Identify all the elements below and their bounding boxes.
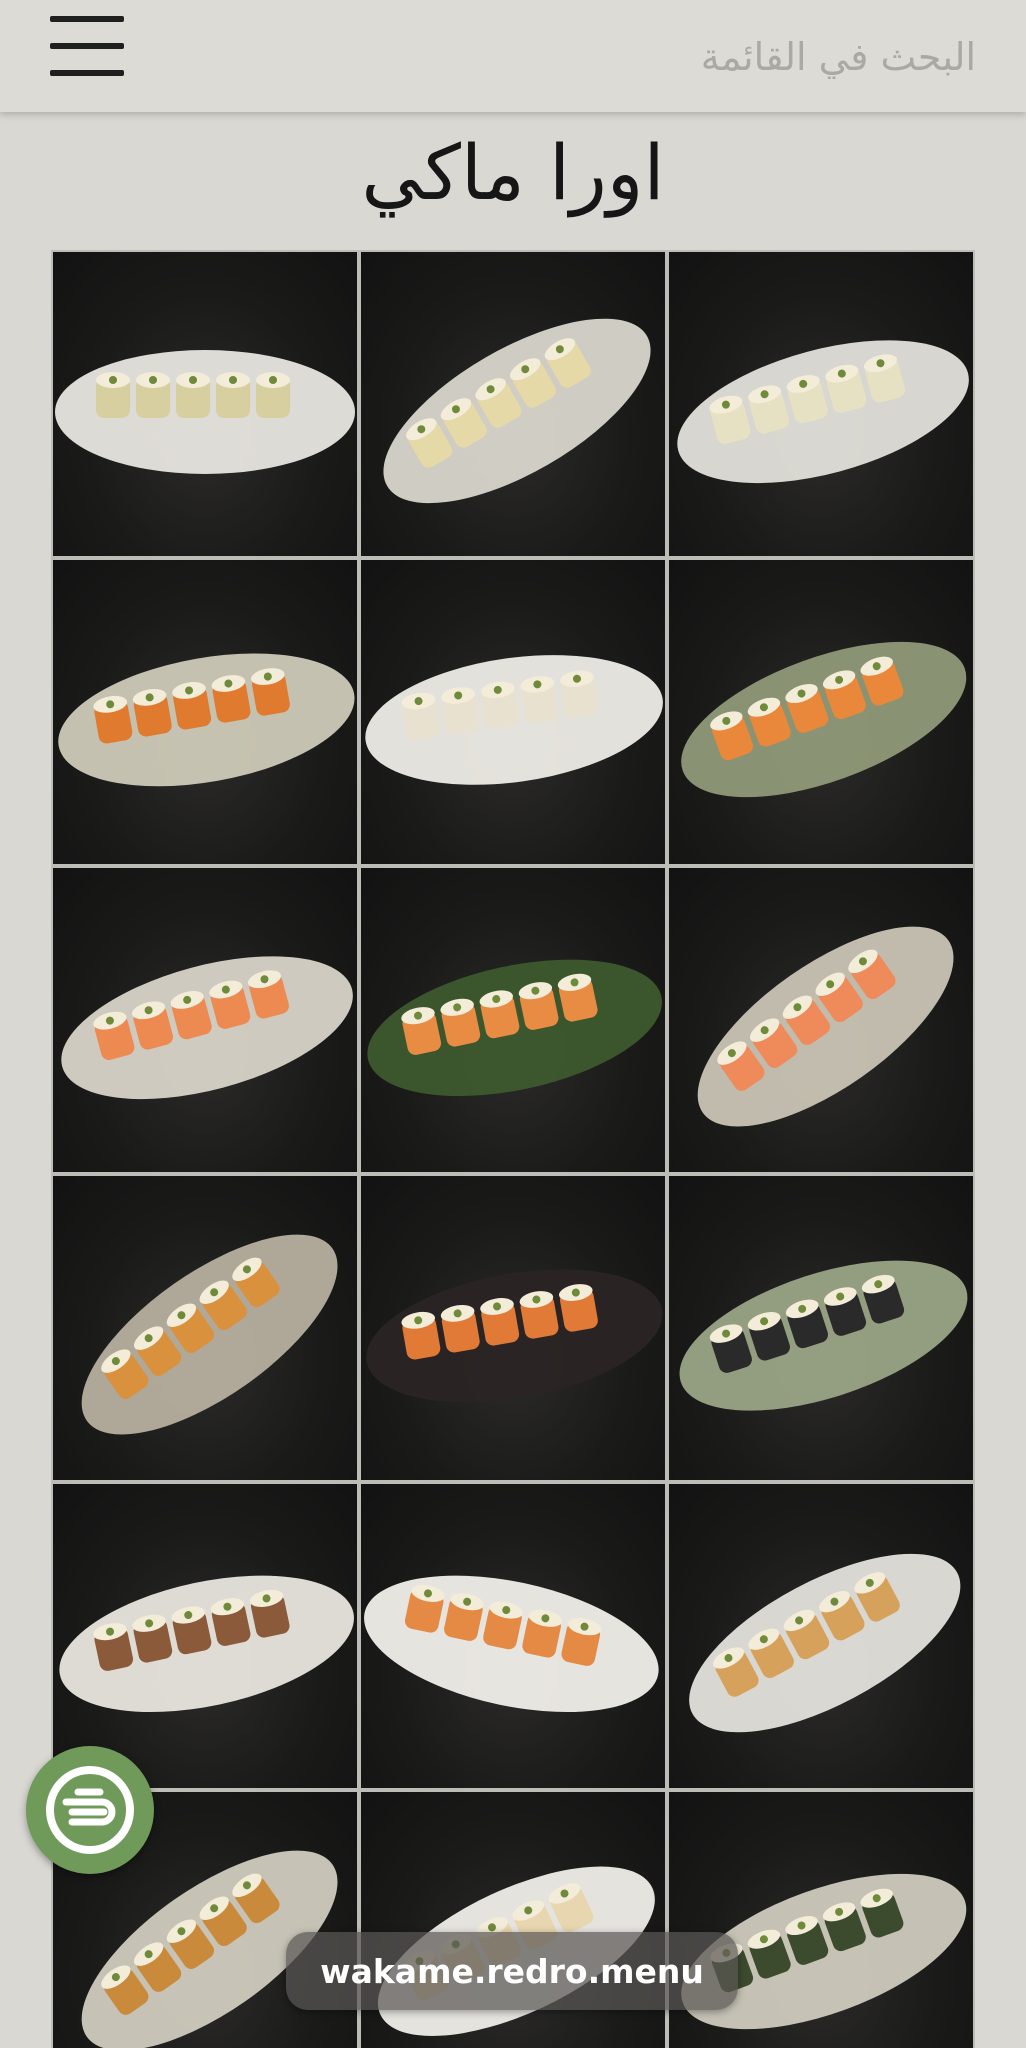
sushi-photo [679,1260,968,1411]
menu-item-tile[interactable] [359,250,667,558]
sushi-photo [697,926,954,1127]
menu-item-tile[interactable] [51,1174,359,1482]
sushi-photo [58,653,355,787]
menu-line [50,16,124,22]
sushi-photo [81,1234,338,1435]
sushi-photo [59,1575,354,1713]
sushi-photo [61,956,353,1100]
menu-item-tile[interactable] [667,1174,975,1482]
sushi-photo [367,959,662,1097]
menu-item-tile[interactable] [51,866,359,1174]
menu-line [50,70,124,76]
menu-item-tile[interactable] [667,250,975,558]
top-bar [0,0,1026,112]
domain-url-label: wakame.redro.menu [286,1932,738,2010]
search-input[interactable] [456,22,976,92]
menu-item-tile[interactable] [359,1482,667,1790]
sushi-photo [689,1553,961,1733]
redro-logo-button[interactable] [26,1746,154,1874]
menu-item-tile[interactable] [359,1174,667,1482]
sushi-photo [383,318,651,504]
menu-line [50,43,124,49]
page-title: اورا ماكي [361,128,665,217]
menu-item-tile[interactable] [51,250,359,558]
product-grid [51,250,975,2048]
sushi-photo [366,1269,663,1403]
menu-item-tile[interactable] [51,558,359,866]
sushi-photo [365,655,663,785]
sushi-photo [364,1575,659,1713]
redro-logo-icon [46,1766,134,1854]
hamburger-menu-icon[interactable] [50,14,124,78]
menu-item-tile[interactable] [667,866,975,1174]
menu-item-tile[interactable] [51,1482,359,1790]
menu-item-tile[interactable] [667,558,975,866]
menu-item-tile[interactable] [359,866,667,1174]
sushi-photo [55,350,355,474]
sushi-photo [681,641,967,798]
menu-item-tile[interactable] [667,1482,975,1790]
menu-item-tile[interactable] [359,558,667,866]
sushi-photo [677,340,969,484]
